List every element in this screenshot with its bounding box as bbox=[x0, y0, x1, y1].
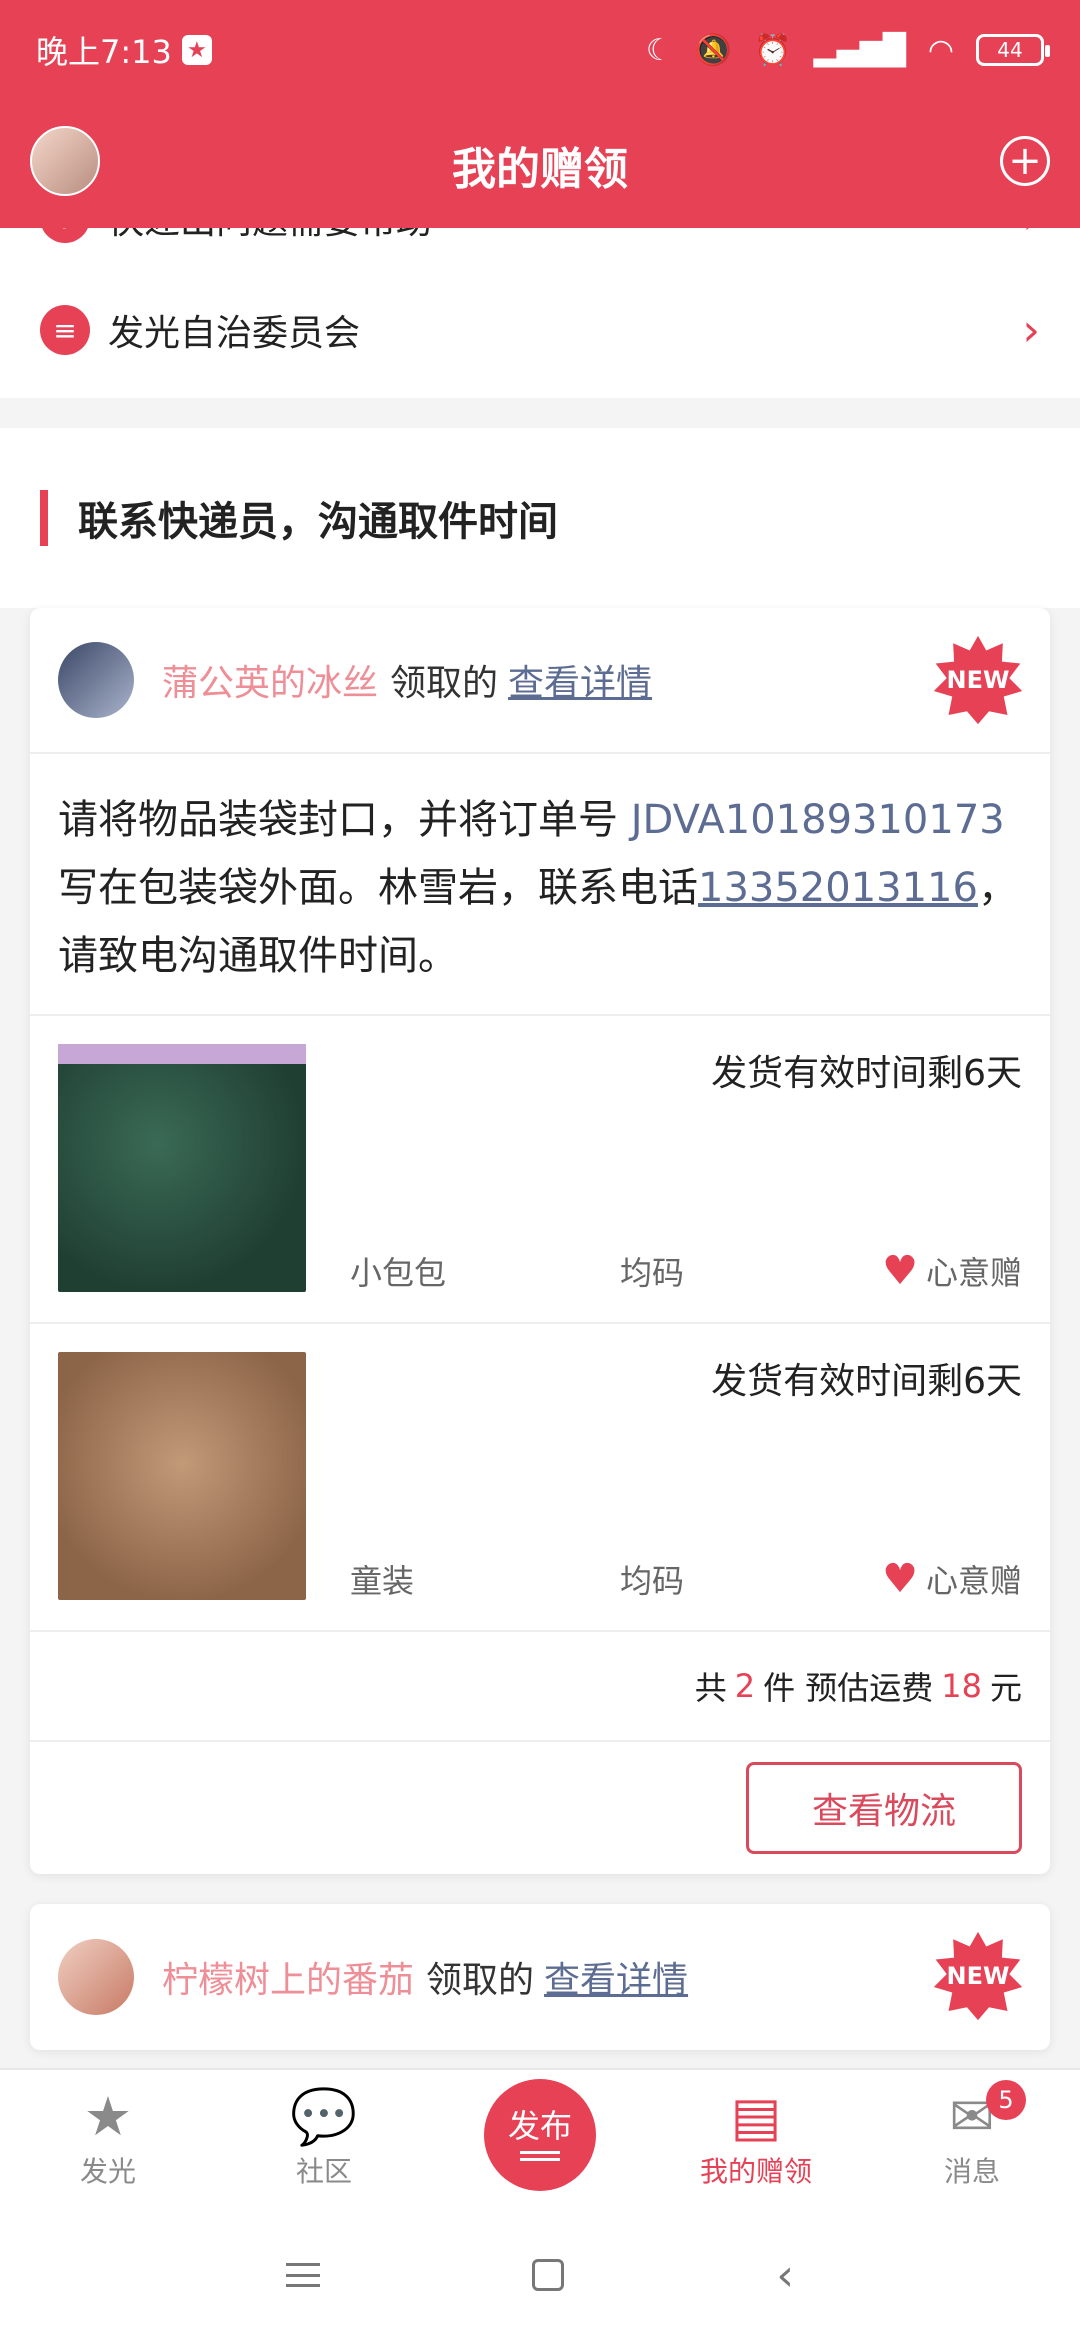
recent-apps-icon[interactable] bbox=[286, 2263, 321, 2287]
home-icon[interactable] bbox=[532, 2259, 565, 2291]
avatar[interactable] bbox=[58, 1939, 134, 2015]
order-card: 柠檬树上的番茄 领取的 查看详情 NEW bbox=[30, 1904, 1050, 2050]
nav-item-community[interactable]: 💬 社区 bbox=[216, 2070, 432, 2210]
message-text-2: 写在包装袋外面。林雪岩，联系电话 bbox=[58, 865, 698, 911]
alarm-icon: ⏰ bbox=[754, 32, 792, 68]
phone-link[interactable]: 13352013116 bbox=[698, 865, 978, 911]
shipping-fee: 18 bbox=[941, 1667, 982, 1705]
menu-item-label: 发光自治委员会 bbox=[108, 313, 361, 354]
mute-icon: 🔕 bbox=[694, 32, 733, 68]
item-count: 2 bbox=[734, 1667, 756, 1705]
chevron-right-icon: › bbox=[1022, 304, 1040, 356]
nav-item-glow[interactable]: ★ 发光 bbox=[0, 2070, 216, 2210]
app-header: 晚上7:13 ★ ☾ 🔕 ⏰ ▂▄▆█ ◠ 44 我的赠领 + bbox=[0, 0, 1080, 228]
gift-tag-label: 心意赠 bbox=[925, 1562, 1022, 1600]
user-avatar[interactable] bbox=[30, 126, 100, 196]
menu-item-label: 快递出问题需要帮助 bbox=[108, 228, 432, 244]
nav-label: 消息 bbox=[943, 2155, 1000, 2188]
message-text-1: 请将物品装袋封口，并将订单号 bbox=[58, 797, 631, 843]
donor-name[interactable]: 蒲公英的冰丝 bbox=[162, 654, 378, 706]
nav-label: 我的赠领 bbox=[699, 2155, 812, 2188]
main-content: ? 快递出问题需要帮助 › ≡ 发光自治委员会 › 联系快递员，沟通取件时间 蒲… bbox=[0, 228, 1080, 2068]
claim-verb: 领取的 bbox=[390, 663, 499, 704]
menu-item-committee[interactable]: ≡ 发光自治委员会 › bbox=[0, 280, 1080, 380]
system-nav-bar: ‹ bbox=[0, 2210, 1080, 2340]
nav-item-publish[interactable]: 发布 bbox=[432, 2070, 648, 2210]
star-icon: ★ bbox=[83, 2085, 133, 2148]
item-thumbnail[interactable] bbox=[58, 1352, 306, 1600]
view-details-link[interactable]: 查看详情 bbox=[508, 654, 652, 706]
new-badge-label: NEW bbox=[946, 1962, 1010, 1990]
status-icons: ☾ 🔕 ⏰ ▂▄▆█ ◠ 44 bbox=[645, 32, 1050, 68]
section-title: 联系快递员，沟通取件时间 bbox=[78, 499, 558, 545]
item-category: 小包包 bbox=[350, 1254, 447, 1292]
new-badge-label: NEW bbox=[946, 666, 1010, 694]
chat-icon: 💬 bbox=[290, 2085, 358, 2148]
card-actions: 查看物流 bbox=[30, 1742, 1050, 1874]
nav-item-messages[interactable]: ✉ 消息 5 bbox=[864, 2070, 1080, 2210]
app-notification-icon: ★ bbox=[181, 35, 212, 65]
gift-tag-label: 心意赠 bbox=[925, 1254, 1022, 1292]
back-icon[interactable]: ‹ bbox=[776, 2250, 794, 2301]
bottom-nav: ★ 发光 💬 社区 发布 ▤ 我的赠领 ✉ 消息 5 bbox=[0, 2068, 1080, 2210]
help-icon: ? bbox=[40, 228, 90, 243]
summary-prefix: 共 bbox=[694, 1669, 727, 1707]
add-button[interactable]: + bbox=[1000, 136, 1050, 186]
new-badge: NEW bbox=[932, 1930, 1024, 2022]
donor-name[interactable]: 柠檬树上的番茄 bbox=[162, 1951, 414, 2003]
card-header: 柠檬树上的番茄 领取的 查看详情 NEW bbox=[30, 1904, 1050, 2050]
pickup-instructions: 请将物品装袋封口，并将订单号 JDVA10189310173 写在包装袋外面。林… bbox=[30, 754, 1050, 1016]
page-title: 我的赠领 bbox=[452, 144, 628, 195]
signal-icon: ▂▄▆█ bbox=[813, 32, 906, 68]
card-header: 蒲公英的冰丝 领取的 查看详情 NEW bbox=[30, 608, 1050, 754]
list-item[interactable]: 发货有效时间剩6天 童装 均码 ♥ 心意赠 bbox=[30, 1324, 1050, 1632]
moon-icon: ☾ bbox=[645, 32, 673, 68]
battery-level: 44 bbox=[997, 38, 1023, 62]
status-bar: 晚上7:13 ★ ☾ 🔕 ⏰ ▂▄▆█ ◠ 44 bbox=[0, 0, 1080, 100]
battery-icon: 44 bbox=[976, 34, 1050, 66]
section-heading: 联系快递员，沟通取件时间 bbox=[0, 428, 1080, 608]
list-item[interactable]: 发货有效时间剩6天 小包包 均码 ♥ 心意赠 bbox=[30, 1016, 1050, 1324]
gift-tag: ♥ 心意赠 bbox=[882, 1248, 1022, 1294]
shipping-deadline: 发货有效时间剩6天 bbox=[711, 1053, 1022, 1094]
nav-label: 发光 bbox=[79, 2155, 136, 2188]
menu-lines-icon bbox=[520, 2150, 560, 2161]
plus-icon: + bbox=[1008, 138, 1042, 184]
menu-item-delivery-help[interactable]: ? 快递出问题需要帮助 › bbox=[0, 228, 1080, 268]
committee-icon: ≡ bbox=[40, 305, 90, 355]
wifi-icon: ◠ bbox=[927, 32, 954, 68]
item-size: 均码 bbox=[620, 1254, 685, 1292]
view-logistics-button[interactable]: 查看物流 bbox=[746, 1762, 1022, 1854]
status-time-group: 晚上7:13 ★ bbox=[36, 27, 212, 73]
order-card: 蒲公英的冰丝 领取的 查看详情 NEW 请将物品装袋封口，并将订单号 JDVA1… bbox=[30, 608, 1050, 1874]
unread-badge: 5 bbox=[986, 2080, 1026, 2120]
heart-icon: ♥ bbox=[882, 1556, 918, 1602]
summary-suffix: 元 bbox=[989, 1669, 1022, 1707]
gift-tag: ♥ 心意赠 bbox=[882, 1556, 1022, 1602]
cards-icon: ▤ bbox=[730, 2085, 782, 2148]
claim-verb: 领取的 bbox=[426, 1960, 535, 2001]
item-category: 童装 bbox=[350, 1562, 415, 1600]
view-details-link[interactable]: 查看详情 bbox=[544, 1951, 688, 2003]
item-size: 均码 bbox=[620, 1562, 685, 1600]
item-thumbnail[interactable] bbox=[58, 1044, 306, 1292]
order-summary: 共 2 件 预估运费 18 元 bbox=[30, 1632, 1050, 1742]
avatar[interactable] bbox=[58, 642, 134, 718]
shipping-deadline: 发货有效时间剩6天 bbox=[711, 1361, 1022, 1402]
nav-label: 社区 bbox=[295, 2155, 352, 2188]
status-time: 晚上7:13 bbox=[36, 33, 172, 71]
nav-item-my-claims[interactable]: ▤ 我的赠领 bbox=[648, 2070, 864, 2210]
order-number[interactable]: JDVA10189310173 bbox=[631, 797, 1005, 843]
title-bar: 我的赠领 + bbox=[0, 110, 1080, 220]
publish-button[interactable]: 发布 bbox=[484, 2079, 596, 2191]
publish-label: 发布 bbox=[507, 2107, 572, 2146]
section-accent-bar bbox=[40, 490, 48, 546]
new-badge: NEW bbox=[932, 634, 1024, 726]
summary-middle: 件 预估运费 bbox=[763, 1669, 934, 1707]
heart-icon: ♥ bbox=[882, 1248, 918, 1294]
chevron-right-icon: › bbox=[1022, 228, 1040, 244]
help-menu: ? 快递出问题需要帮助 › ≡ 发光自治委员会 › bbox=[0, 228, 1080, 398]
